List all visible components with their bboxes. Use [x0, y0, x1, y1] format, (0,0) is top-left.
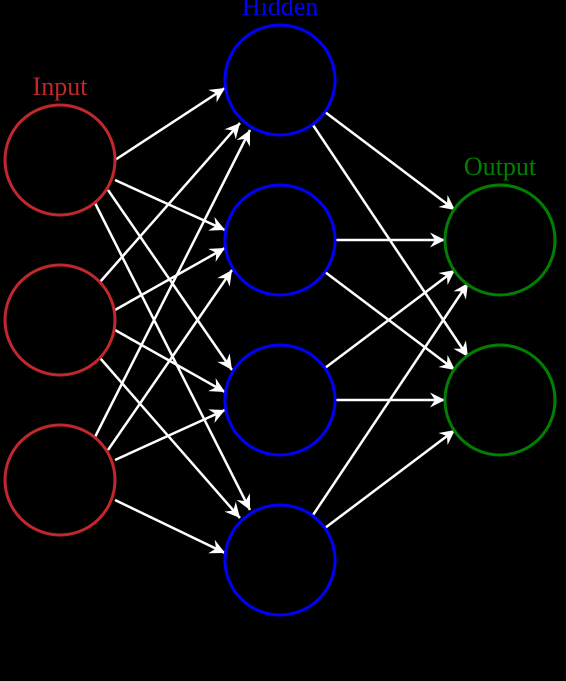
- hidden-node: [225, 345, 335, 455]
- hidden-label: Hidden: [242, 0, 319, 21]
- output-node: [445, 345, 555, 455]
- output-node: [445, 185, 555, 295]
- input-node: [5, 425, 115, 535]
- hidden-layer: [225, 25, 335, 615]
- hidden-node: [225, 25, 335, 135]
- neural-network-diagram: Input Hidden Output: [0, 0, 566, 681]
- edges-input-hidden: [95, 88, 250, 553]
- edges-hidden-output: [313, 112, 468, 528]
- output-label: Output: [464, 152, 537, 181]
- input-layer: [5, 105, 115, 535]
- hidden-node: [225, 185, 335, 295]
- input-node: [5, 265, 115, 375]
- output-layer: [445, 185, 555, 455]
- input-node: [5, 105, 115, 215]
- input-label: Input: [33, 72, 89, 101]
- hidden-node: [225, 505, 335, 615]
